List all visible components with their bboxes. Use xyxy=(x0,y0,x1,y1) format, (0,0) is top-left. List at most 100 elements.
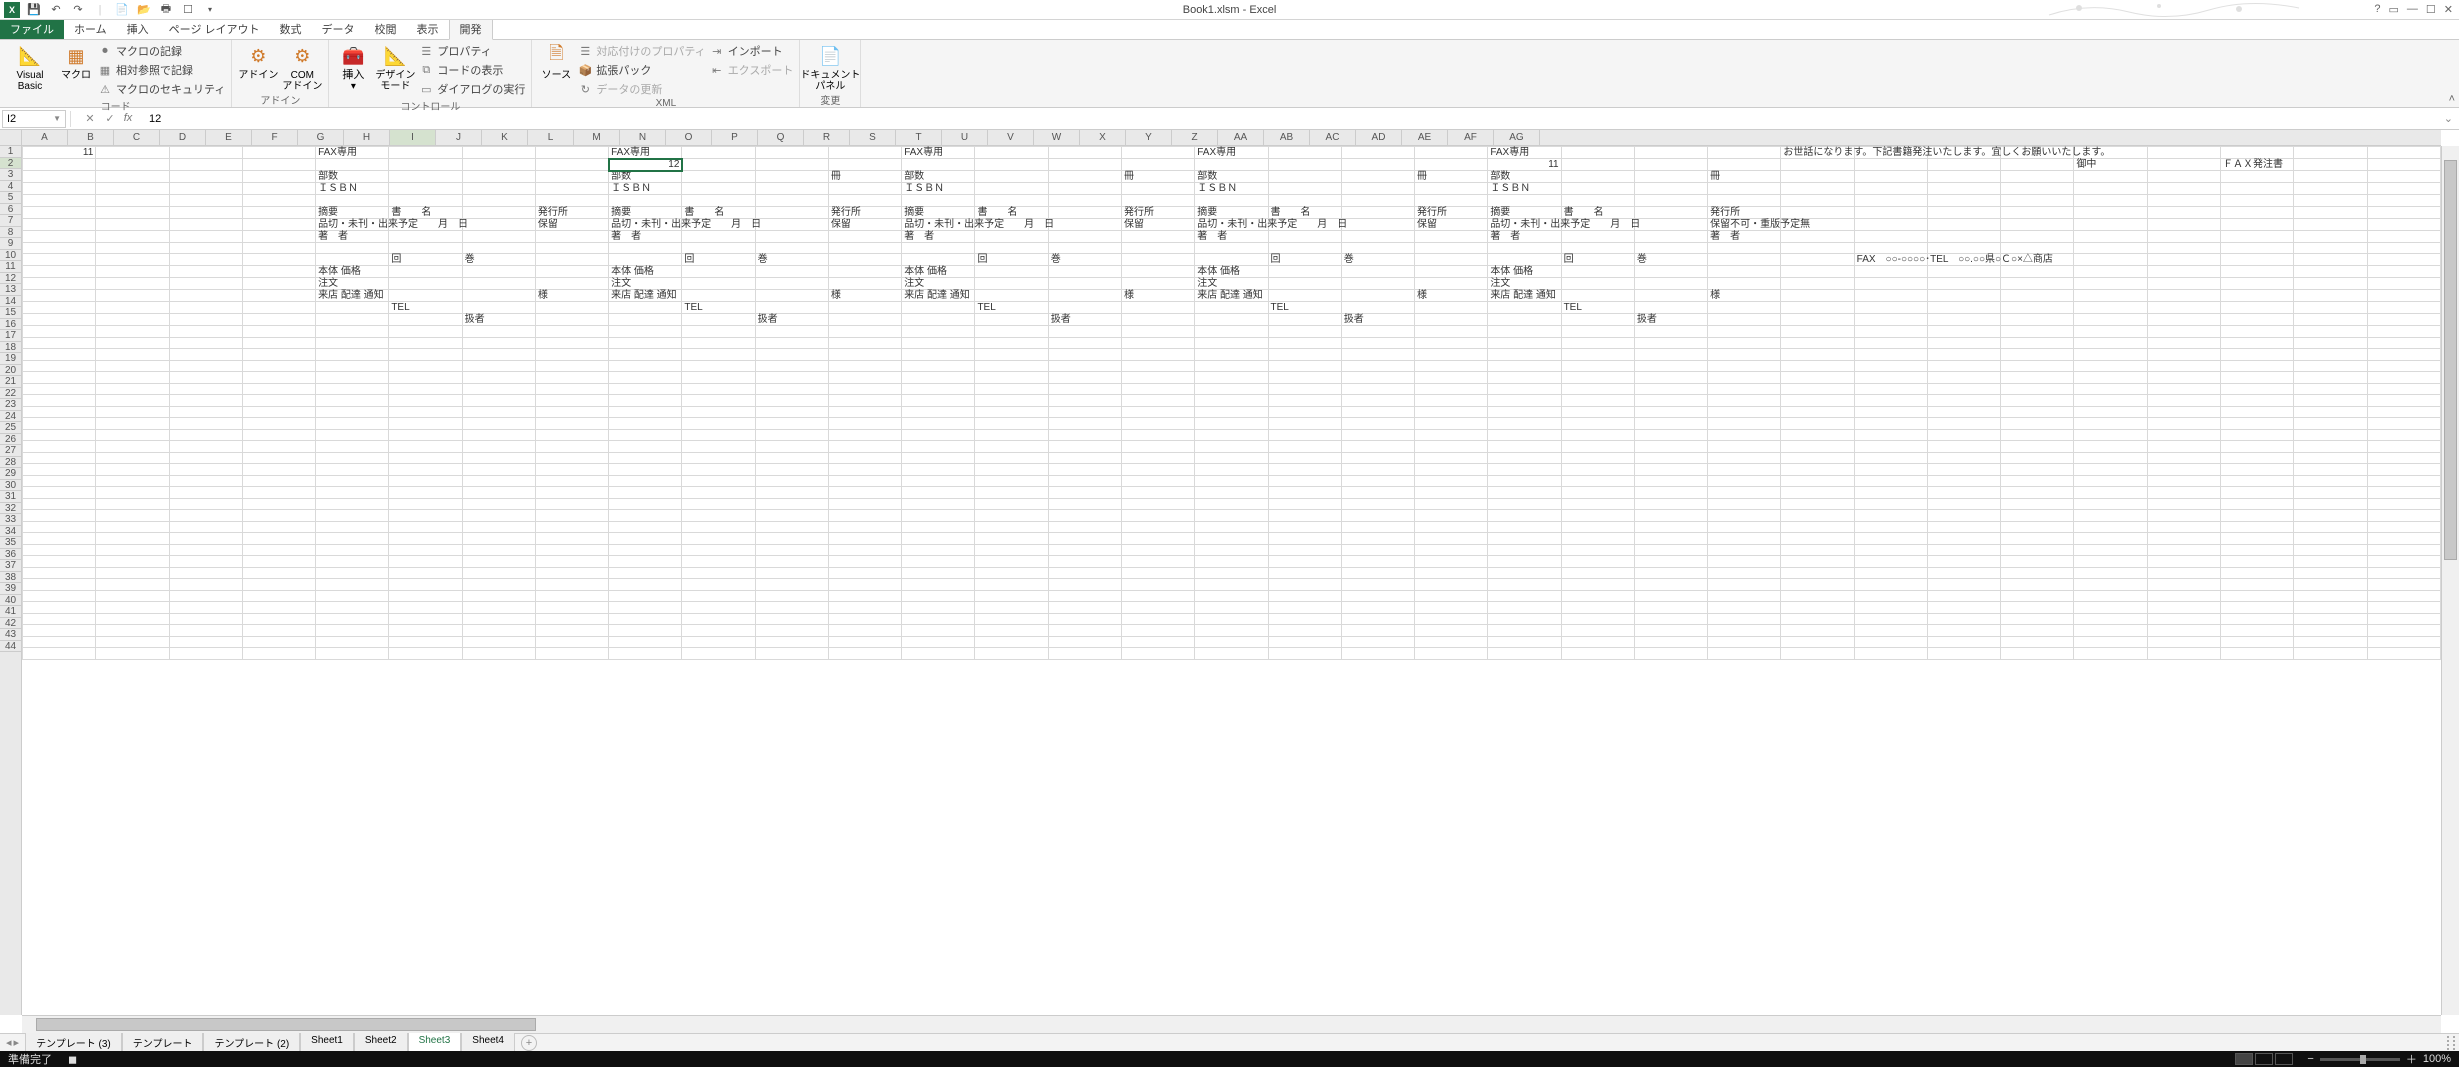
cell[interactable] xyxy=(755,418,828,430)
cell[interactable] xyxy=(242,521,315,533)
cell[interactable] xyxy=(2367,602,2441,614)
cell[interactable] xyxy=(96,372,169,384)
cell[interactable] xyxy=(755,278,828,290)
cell[interactable] xyxy=(1634,487,1707,499)
cell[interactable] xyxy=(609,242,682,254)
cell[interactable] xyxy=(23,278,96,290)
cell[interactable] xyxy=(169,648,242,660)
cell[interactable] xyxy=(535,533,608,545)
cell[interactable]: 本体 価格 xyxy=(316,266,389,278)
cell[interactable] xyxy=(755,556,828,568)
cell[interactable] xyxy=(96,195,169,207)
cell[interactable] xyxy=(242,242,315,254)
column-header[interactable]: U xyxy=(942,130,988,145)
cell[interactable] xyxy=(682,326,755,338)
row-header[interactable]: 39 xyxy=(0,583,21,595)
cell[interactable] xyxy=(975,290,1048,302)
cell[interactable] xyxy=(682,429,755,441)
cell[interactable] xyxy=(2220,337,2293,349)
cell[interactable] xyxy=(389,195,462,207)
cell[interactable] xyxy=(1268,242,1341,254)
cell[interactable] xyxy=(23,290,96,302)
cell[interactable] xyxy=(2074,395,2147,407)
column-header[interactable]: AA xyxy=(1218,130,1264,145)
cell[interactable] xyxy=(755,487,828,499)
addins-button[interactable]: ⚙アドイン xyxy=(238,42,278,81)
cell[interactable] xyxy=(755,242,828,254)
cell[interactable] xyxy=(1195,579,1268,591)
cell[interactable]: 回 xyxy=(389,254,462,266)
cell[interactable] xyxy=(2147,326,2220,338)
cell[interactable] xyxy=(23,195,96,207)
cell[interactable] xyxy=(1121,613,1194,625)
cell[interactable] xyxy=(682,337,755,349)
cell[interactable] xyxy=(975,159,1048,171)
cell[interactable] xyxy=(2294,613,2367,625)
cell[interactable] xyxy=(2074,521,2147,533)
map-properties-button[interactable]: ☰対応付けのプロパティ xyxy=(578,42,705,60)
document-panel-button[interactable]: 📄ドキュメント パネル xyxy=(806,42,854,92)
cell[interactable] xyxy=(1854,395,1927,407)
cell[interactable] xyxy=(828,498,901,510)
cell[interactable] xyxy=(389,556,462,568)
cell[interactable] xyxy=(1927,290,2000,302)
cell[interactable] xyxy=(828,521,901,533)
cell[interactable] xyxy=(828,326,901,338)
cell[interactable] xyxy=(1195,195,1268,207)
cell[interactable] xyxy=(2147,171,2220,183)
cell[interactable] xyxy=(1561,230,1634,242)
cell[interactable] xyxy=(2294,349,2367,361)
cell[interactable] xyxy=(1341,266,1414,278)
cell[interactable] xyxy=(1488,648,1561,660)
cell[interactable] xyxy=(2001,475,2074,487)
cell[interactable] xyxy=(1488,441,1561,453)
cell[interactable] xyxy=(2074,183,2147,195)
cell[interactable] xyxy=(1927,230,2000,242)
cell[interactable] xyxy=(1781,360,1854,372)
cell[interactable] xyxy=(96,314,169,326)
cell[interactable] xyxy=(96,567,169,579)
cell[interactable] xyxy=(1121,567,1194,579)
cell[interactable] xyxy=(1268,418,1341,430)
cell[interactable] xyxy=(389,372,462,384)
cell[interactable] xyxy=(1561,418,1634,430)
cell[interactable] xyxy=(1708,613,1781,625)
row-header[interactable]: 12 xyxy=(0,273,21,285)
cell[interactable] xyxy=(23,590,96,602)
row-header[interactable]: 18 xyxy=(0,342,21,354)
cell[interactable] xyxy=(2001,636,2074,648)
cell-grid[interactable]: 11FAX専用FAX専用FAX専用FAX専用FAX専用お世話になります。下記書籍… xyxy=(22,146,2441,1015)
cell[interactable] xyxy=(2147,206,2220,218)
cell[interactable] xyxy=(23,266,96,278)
cell[interactable] xyxy=(1634,337,1707,349)
tab-review[interactable]: 校閲 xyxy=(365,19,407,39)
cell[interactable] xyxy=(755,360,828,372)
cell[interactable] xyxy=(1561,602,1634,614)
cell[interactable] xyxy=(828,452,901,464)
cell[interactable] xyxy=(1415,590,1488,602)
cell[interactable] xyxy=(2001,544,2074,556)
cell[interactable] xyxy=(2220,464,2293,476)
cell[interactable] xyxy=(1561,337,1634,349)
cell[interactable] xyxy=(462,395,535,407)
cell[interactable] xyxy=(1488,625,1561,637)
cell[interactable] xyxy=(902,625,975,637)
cell[interactable] xyxy=(2001,567,2074,579)
cell[interactable]: ＩＳＢＮ xyxy=(902,183,975,195)
cell[interactable] xyxy=(389,171,462,183)
cell[interactable] xyxy=(2220,510,2293,522)
cell[interactable]: 注文 xyxy=(902,278,975,290)
cell[interactable]: 冊 xyxy=(828,171,901,183)
cell[interactable] xyxy=(1048,521,1121,533)
cell[interactable]: 保留 xyxy=(828,218,901,230)
cell[interactable] xyxy=(1048,337,1121,349)
row-header[interactable]: 1 xyxy=(0,146,21,158)
cell[interactable] xyxy=(389,406,462,418)
cell[interactable] xyxy=(169,590,242,602)
cell[interactable]: 品切・未刊・出来予定 月 日 xyxy=(316,218,389,230)
cell[interactable] xyxy=(1634,429,1707,441)
cell[interactable] xyxy=(1634,147,1707,159)
row-header[interactable]: 9 xyxy=(0,238,21,250)
cell[interactable] xyxy=(1341,429,1414,441)
cell[interactable] xyxy=(1927,183,2000,195)
